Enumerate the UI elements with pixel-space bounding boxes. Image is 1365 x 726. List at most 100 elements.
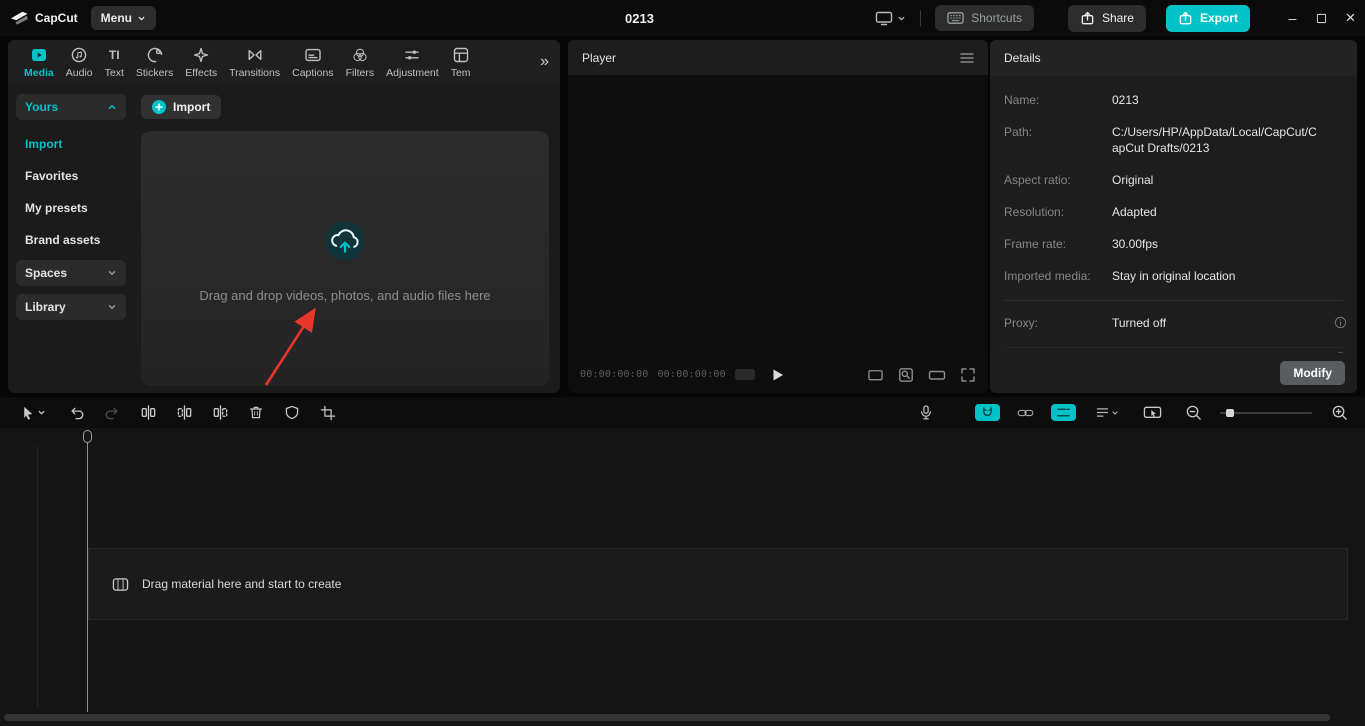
sidebar-item-my-presets[interactable]: My presets [16, 192, 126, 224]
timeline-zoom-in-button[interactable] [1325, 400, 1353, 426]
tab-captions[interactable]: Captions [286, 46, 339, 79]
tab-adjustment[interactable]: Adjustment [380, 46, 445, 79]
redo-button[interactable] [98, 400, 126, 426]
record-voiceover-button[interactable] [912, 400, 940, 426]
text-icon: TI [108, 47, 120, 62]
timecode-total: 00:00:00:00 [657, 369, 726, 380]
export-button[interactable]: Export [1165, 4, 1250, 32]
player-viewport[interactable] [568, 75, 988, 356]
play-icon [773, 369, 783, 380]
undo-button[interactable] [62, 400, 90, 426]
details-row-path: Path: C:/Users/HP/AppData/Local/CapCut/C… [1004, 125, 1317, 155]
sidebar-item-favorites[interactable]: Favorites [16, 160, 126, 192]
titlebar-divider [920, 10, 922, 26]
timeline-empty-hint: Drag material here and start to create [142, 577, 342, 591]
info-icon[interactable] [1334, 316, 1347, 329]
chevron-down-icon [898, 16, 905, 20]
tab-text[interactable]: TI Text [99, 46, 130, 79]
audio-icon [71, 47, 87, 62]
sidebar-item-library[interactable]: Library [16, 294, 126, 320]
monitor-icon [876, 11, 893, 26]
fullscreen-icon[interactable] [960, 367, 976, 383]
details-row-name: Name: 0213 [1004, 93, 1139, 107]
mask-button[interactable] [278, 400, 306, 426]
delete-icon [250, 406, 262, 419]
aspect-ratio-icon[interactable] [867, 367, 884, 383]
sidebar-item-yours[interactable]: Yours [16, 94, 126, 120]
sidebar-item-spaces[interactable]: Spaces [16, 260, 126, 286]
sidebar-item-brand-assets[interactable]: Brand assets [16, 224, 126, 256]
captions-icon [305, 48, 321, 61]
linking-toggle[interactable] [1013, 404, 1038, 421]
details-row-aspect-ratio: Aspect ratio: Original [1004, 173, 1154, 187]
keyboard-icon [947, 12, 964, 24]
timeline-toolbar [0, 397, 1365, 428]
menu-button[interactable]: Menu [90, 6, 157, 30]
main-track-magnet-toggle[interactable] [975, 404, 1000, 421]
menu-label: Menu [100, 11, 133, 25]
expand-tabs-chevrons-icon[interactable]: » [537, 54, 552, 70]
split-button[interactable] [134, 400, 162, 426]
select-tool-button[interactable] [12, 400, 54, 426]
play-button[interactable] [772, 368, 785, 382]
delete-left-icon [177, 405, 191, 420]
timeline-zoom-out-button[interactable] [1179, 400, 1207, 426]
window-maximize-button[interactable] [1307, 0, 1336, 36]
display-device-button[interactable] [869, 6, 912, 30]
preview-quality-button[interactable] [1138, 400, 1166, 426]
timeline-drop-area[interactable]: Drag material here and start to create [88, 548, 1348, 620]
timeline-zoom-slider[interactable] [1220, 406, 1312, 420]
details-divider [1004, 300, 1343, 301]
timeline[interactable]: Drag material here and start to create [0, 428, 1365, 726]
zoom-slider-thumb[interactable] [1226, 408, 1234, 417]
crop-button[interactable] [314, 400, 342, 426]
templates-icon [453, 47, 468, 62]
export-label: Export [1199, 11, 1238, 25]
track-options-toggle[interactable] [1089, 404, 1125, 421]
tab-effects[interactable]: Effects [179, 46, 223, 79]
delete-button[interactable] [242, 400, 270, 426]
minimize-icon: – [1288, 10, 1297, 26]
auto-ripple-toggle[interactable] [1051, 404, 1076, 421]
modify-button[interactable]: Modify [1280, 361, 1345, 385]
chevron-down-icon [1111, 410, 1118, 415]
redo-icon [105, 407, 118, 420]
share-button[interactable]: Share [1067, 4, 1146, 32]
stickers-icon [147, 47, 162, 62]
tab-filters[interactable]: Filters [340, 46, 381, 79]
undo-icon [70, 407, 83, 420]
tab-templates[interactable]: Tem [445, 46, 477, 79]
chevron-up-icon [108, 105, 116, 109]
mask-icon [285, 405, 299, 420]
tab-stickers[interactable]: Stickers [130, 46, 179, 79]
media-dropzone[interactable]: Drag and drop videos, photos, and audio … [141, 131, 549, 386]
window-minimize-button[interactable]: – [1278, 0, 1307, 36]
chevron-down-icon [108, 305, 116, 309]
tab-media[interactable]: Media [18, 46, 60, 79]
export-icon [1179, 11, 1192, 24]
player-menu-icon[interactable] [960, 52, 974, 64]
import-button[interactable]: Import [141, 95, 222, 119]
media-content: Import Drag and drop videos, photos, and… [134, 84, 560, 393]
delete-right-button[interactable] [206, 400, 234, 426]
playhead-handle[interactable] [83, 430, 92, 443]
details-title: Details [1004, 51, 1041, 65]
delete-left-button[interactable] [170, 400, 198, 426]
tab-transitions[interactable]: Transitions [223, 46, 286, 79]
tab-audio[interactable]: Audio [60, 46, 99, 79]
canvas-size-icon[interactable] [928, 367, 946, 383]
maximize-icon [1316, 13, 1327, 23]
app-name: CapCut [35, 11, 78, 25]
preview-monitor-icon [1143, 406, 1161, 418]
filters-icon [353, 48, 367, 61]
adjustment-icon [405, 50, 420, 59]
sidebar-item-import[interactable]: Import [16, 128, 126, 160]
timeline-horizontal-scrollbar[interactable] [4, 714, 1330, 721]
window-close-button[interactable]: × [1336, 0, 1365, 36]
zoom-out-icon [1186, 405, 1201, 420]
magnet-icon [983, 407, 992, 417]
cursor-icon [24, 406, 33, 420]
shortcuts-button[interactable]: Shortcuts [935, 5, 1034, 31]
zoom-fit-icon[interactable] [898, 367, 914, 383]
plus-icon [152, 100, 166, 114]
